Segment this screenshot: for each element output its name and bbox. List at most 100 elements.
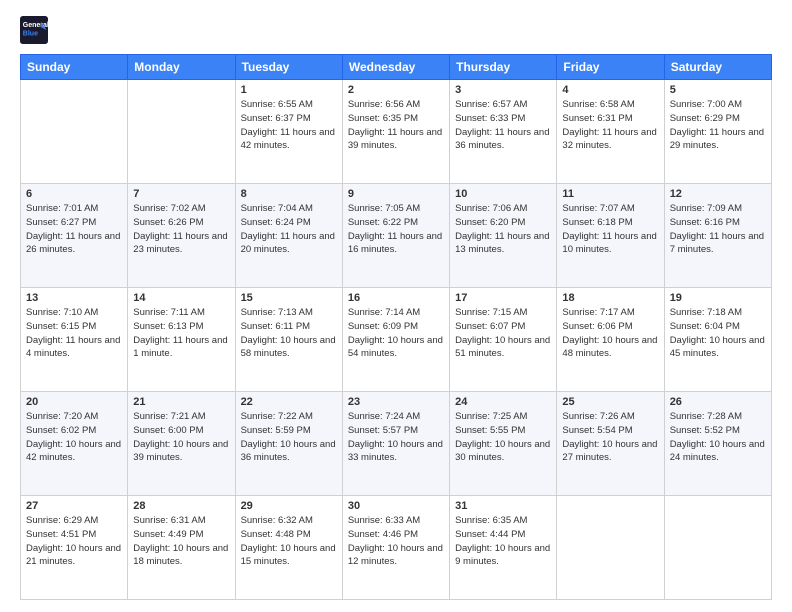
day-number: 2 — [348, 84, 444, 96]
day-info: Sunrise: 6:31 AM Sunset: 4:49 PM Dayligh… — [133, 514, 229, 569]
svg-text:Blue: Blue — [23, 31, 38, 38]
day-info: Sunrise: 7:04 AM Sunset: 6:24 PM Dayligh… — [241, 202, 337, 257]
day-number: 22 — [241, 396, 337, 408]
day-number: 8 — [241, 188, 337, 200]
calendar-cell: 20 Sunrise: 7:20 AM Sunset: 6:02 PM Dayli… — [21, 392, 128, 496]
day-info: Sunrise: 7:09 AM Sunset: 6:16 PM Dayligh… — [670, 202, 766, 257]
day-info: Sunrise: 6:58 AM Sunset: 6:31 PM Dayligh… — [562, 98, 658, 153]
calendar-week-1: 1Sunrise: 6:55 AM Sunset: 6:37 PM Daylig… — [21, 80, 772, 184]
day-number: 17 — [455, 292, 551, 304]
day-number: 6 — [26, 188, 122, 200]
day-number: 24 — [455, 396, 551, 408]
calendar-cell: 1Sunrise: 6:55 AM Sunset: 6:37 PM Daylig… — [235, 80, 342, 184]
day-info: Sunrise: 7:21 AM Sunset: 6:00 PM Dayligh… — [133, 410, 229, 465]
calendar-cell — [557, 496, 664, 600]
calendar-cell: 30 Sunrise: 6:33 AM Sunset: 4:46 PM Dayli… — [342, 496, 449, 600]
day-info: Sunrise: 7:10 AM Sunset: 6:15 PM Dayligh… — [26, 306, 122, 361]
day-info: Sunrise: 7:20 AM Sunset: 6:02 PM Dayligh… — [26, 410, 122, 465]
day-number: 21 — [133, 396, 229, 408]
day-number: 25 — [562, 396, 658, 408]
calendar-cell: 25 Sunrise: 7:26 AM Sunset: 5:54 PM Dayli… — [557, 392, 664, 496]
weekday-header-thursday: Thursday — [450, 55, 557, 80]
calendar-week-4: 20 Sunrise: 7:20 AM Sunset: 6:02 PM Dayli… — [21, 392, 772, 496]
calendar-cell — [128, 80, 235, 184]
day-info: Sunrise: 7:02 AM Sunset: 6:26 PM Dayligh… — [133, 202, 229, 257]
calendar-cell: 4 Sunrise: 6:58 AM Sunset: 6:31 PM Daylig… — [557, 80, 664, 184]
calendar-cell — [21, 80, 128, 184]
day-info: Sunrise: 7:15 AM Sunset: 6:07 PM Dayligh… — [455, 306, 551, 361]
weekday-header-friday: Friday — [557, 55, 664, 80]
calendar-cell: 11 Sunrise: 7:07 AM Sunset: 6:18 PM Dayli… — [557, 184, 664, 288]
calendar-cell — [664, 496, 771, 600]
day-number: 13 — [26, 292, 122, 304]
day-number: 18 — [562, 292, 658, 304]
day-info: Sunrise: 6:56 AM Sunset: 6:35 PM Dayligh… — [348, 98, 444, 153]
day-info: Sunrise: 7:13 AM Sunset: 6:11 PM Dayligh… — [241, 306, 337, 361]
day-info: Sunrise: 7:14 AM Sunset: 6:09 PM Dayligh… — [348, 306, 444, 361]
weekday-header-tuesday: Tuesday — [235, 55, 342, 80]
header: General Blue — [20, 16, 772, 44]
calendar-cell: 31 Sunrise: 6:35 AM Sunset: 4:44 PM Dayli… — [450, 496, 557, 600]
day-info: Sunrise: 7:01 AM Sunset: 6:27 PM Dayligh… — [26, 202, 122, 257]
day-info: Sunrise: 7:17 AM Sunset: 6:06 PM Dayligh… — [562, 306, 658, 361]
calendar-cell: 17 Sunrise: 7:15 AM Sunset: 6:07 PM Dayli… — [450, 288, 557, 392]
day-number: 23 — [348, 396, 444, 408]
calendar-cell: 21 Sunrise: 7:21 AM Sunset: 6:00 PM Dayli… — [128, 392, 235, 496]
day-number: 19 — [670, 292, 766, 304]
day-info: Sunrise: 6:55 AM Sunset: 6:37 PM Dayligh… — [241, 98, 337, 153]
calendar-cell: 5 Sunrise: 7:00 AM Sunset: 6:29 PM Daylig… — [664, 80, 771, 184]
day-number: 9 — [348, 188, 444, 200]
calendar-cell: 3 Sunrise: 6:57 AM Sunset: 6:33 PM Daylig… — [450, 80, 557, 184]
day-number: 11 — [562, 188, 658, 200]
day-info: Sunrise: 6:32 AM Sunset: 4:48 PM Dayligh… — [241, 514, 337, 569]
calendar-cell: 26 Sunrise: 7:28 AM Sunset: 5:52 PM Dayli… — [664, 392, 771, 496]
day-info: Sunrise: 6:57 AM Sunset: 6:33 PM Dayligh… — [455, 98, 551, 153]
day-info: Sunrise: 6:33 AM Sunset: 4:46 PM Dayligh… — [348, 514, 444, 569]
day-number: 12 — [670, 188, 766, 200]
day-number: 26 — [670, 396, 766, 408]
day-number: 30 — [348, 500, 444, 512]
calendar-cell: 16Sunrise: 7:14 AM Sunset: 6:09 PM Dayli… — [342, 288, 449, 392]
calendar-cell: 27 Sunrise: 6:29 AM Sunset: 4:51 PM Dayli… — [21, 496, 128, 600]
day-info: Sunrise: 7:28 AM Sunset: 5:52 PM Dayligh… — [670, 410, 766, 465]
day-number: 4 — [562, 84, 658, 96]
calendar-cell: 13 Sunrise: 7:10 AM Sunset: 6:15 PM Dayli… — [21, 288, 128, 392]
calendar-cell: 19Sunrise: 7:18 AM Sunset: 6:04 PM Dayli… — [664, 288, 771, 392]
calendar-week-5: 27 Sunrise: 6:29 AM Sunset: 4:51 PM Dayli… — [21, 496, 772, 600]
day-info: Sunrise: 7:26 AM Sunset: 5:54 PM Dayligh… — [562, 410, 658, 465]
calendar-cell: 7 Sunrise: 7:02 AM Sunset: 6:26 PM Daylig… — [128, 184, 235, 288]
day-info: Sunrise: 7:00 AM Sunset: 6:29 PM Dayligh… — [670, 98, 766, 153]
calendar-cell: 9 Sunrise: 7:05 AM Sunset: 6:22 PM Daylig… — [342, 184, 449, 288]
page: General Blue SundayMondayTuesdayWednesda… — [0, 0, 792, 612]
calendar-cell: 12 Sunrise: 7:09 AM Sunset: 6:16 PM Dayli… — [664, 184, 771, 288]
day-info: Sunrise: 7:24 AM Sunset: 5:57 PM Dayligh… — [348, 410, 444, 465]
day-number: 15 — [241, 292, 337, 304]
calendar-cell: 18 Sunrise: 7:17 AM Sunset: 6:06 PM Dayli… — [557, 288, 664, 392]
calendar-week-3: 13 Sunrise: 7:10 AM Sunset: 6:15 PM Dayli… — [21, 288, 772, 392]
day-number: 28 — [133, 500, 229, 512]
day-info: Sunrise: 7:07 AM Sunset: 6:18 PM Dayligh… — [562, 202, 658, 257]
day-number: 7 — [133, 188, 229, 200]
day-info: Sunrise: 7:11 AM Sunset: 6:13 PM Dayligh… — [133, 306, 229, 361]
day-info: Sunrise: 6:35 AM Sunset: 4:44 PM Dayligh… — [455, 514, 551, 569]
calendar-cell: 6 Sunrise: 7:01 AM Sunset: 6:27 PM Daylig… — [21, 184, 128, 288]
day-number: 3 — [455, 84, 551, 96]
day-info: Sunrise: 6:29 AM Sunset: 4:51 PM Dayligh… — [26, 514, 122, 569]
calendar-cell: 2 Sunrise: 6:56 AM Sunset: 6:35 PM Daylig… — [342, 80, 449, 184]
calendar-cell: 14 Sunrise: 7:11 AM Sunset: 6:13 PM Dayli… — [128, 288, 235, 392]
day-number: 31 — [455, 500, 551, 512]
calendar-cell: 22 Sunrise: 7:22 AM Sunset: 5:59 PM Dayli… — [235, 392, 342, 496]
day-number: 27 — [26, 500, 122, 512]
day-number: 14 — [133, 292, 229, 304]
day-number: 20 — [26, 396, 122, 408]
calendar-cell: 23 Sunrise: 7:24 AM Sunset: 5:57 PM Dayli… — [342, 392, 449, 496]
logo: General Blue — [20, 16, 52, 44]
calendar-week-2: 6 Sunrise: 7:01 AM Sunset: 6:27 PM Daylig… — [21, 184, 772, 288]
calendar-cell: 24Sunrise: 7:25 AM Sunset: 5:55 PM Dayli… — [450, 392, 557, 496]
calendar-cell: 8 Sunrise: 7:04 AM Sunset: 6:24 PM Daylig… — [235, 184, 342, 288]
day-info: Sunrise: 7:22 AM Sunset: 5:59 PM Dayligh… — [241, 410, 337, 465]
day-number: 5 — [670, 84, 766, 96]
calendar-cell: 10Sunrise: 7:06 AM Sunset: 6:20 PM Dayli… — [450, 184, 557, 288]
calendar-header-row: SundayMondayTuesdayWednesdayThursdayFrid… — [21, 55, 772, 80]
day-info: Sunrise: 7:05 AM Sunset: 6:22 PM Dayligh… — [348, 202, 444, 257]
